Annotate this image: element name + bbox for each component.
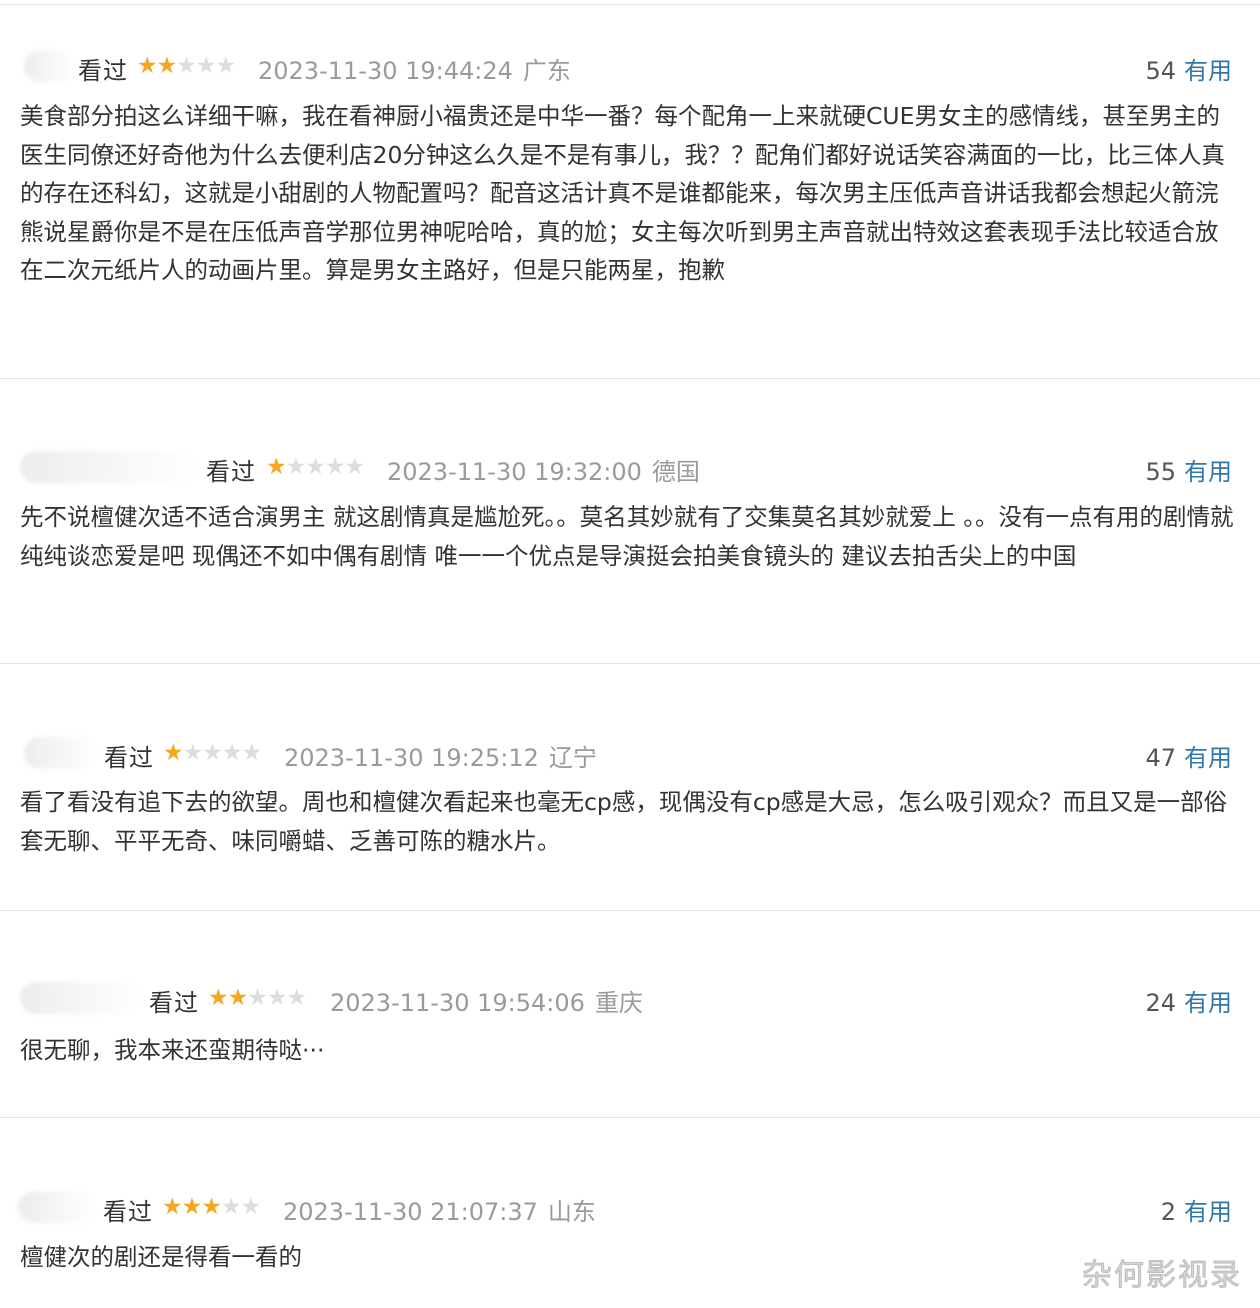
useful-button[interactable]: 有用 [1184,989,1232,1017]
review-datetime: 2023-11-30 19:44:24 [258,57,513,85]
star-rating: ★★★★★ [208,983,308,1013]
star-empty-icon: ★ [305,454,326,480]
useful-count: 47 [1145,744,1176,772]
useful-button[interactable]: 有用 [1184,1198,1232,1226]
review-text: 很无聊，我本来还蛮期待哒··· [20,1036,325,1064]
useful-votes[interactable]: 24 有用 [1145,983,1232,1018]
useful-votes[interactable]: 47 有用 [1145,738,1232,773]
review-divider [0,1117,1260,1118]
star-empty-icon: ★ [247,985,268,1011]
watched-status: 看过 [149,989,199,1017]
star-empty-icon: ★ [286,985,308,1011]
star-rating: ★★★★★ [137,51,237,81]
review-text: 先不说檀健次适不适合演男主 就这剧情真是尴尬死。。莫名其妙就有了交集莫名其妙就爱… [20,503,1234,570]
review-datetime: 2023-11-30 21:07:37 [283,1198,538,1226]
useful-button[interactable]: 有用 [1184,458,1232,486]
useful-votes[interactable]: 55 有用 [1145,452,1232,487]
review-divider [0,378,1260,379]
useful-count: 54 [1145,57,1176,85]
avatar[interactable] [18,1191,98,1223]
top-divider [0,4,1260,5]
review-meta: 2023-11-30 19:32:00 德国 [387,452,700,487]
star-empty-icon: ★ [221,740,243,766]
review-location: 辽宁 [548,744,597,772]
review-header: 看过 ★★★★★ 2023-11-30 19:54:06 重庆 24 有用 [0,976,1260,1020]
review-meta: 2023-11-30 21:07:37 山东 [283,1192,596,1227]
star-empty-icon: ★ [324,454,346,480]
avatar[interactable] [24,737,100,769]
review-text: 美食部分拍这么详细干嘛，我在看神厨小福贵还是中华一番？每个配角一上来就硬CUE男… [20,102,1225,285]
review-meta: 2023-11-30 19:54:06 重庆 [330,983,643,1018]
star-empty-icon: ★ [215,53,237,79]
review-divider [0,910,1260,911]
watched-status: 看过 [104,744,154,772]
useful-votes[interactable]: 54 有用 [1145,51,1232,86]
avatar[interactable] [24,50,76,82]
star-empty-icon: ★ [176,53,197,79]
star-empty-icon: ★ [240,1194,262,1220]
star-filled-icon: ★ [201,1194,222,1220]
avatar[interactable] [20,982,142,1014]
review-meta: 2023-11-30 19:44:24 广东 [258,51,571,86]
star-filled-icon: ★ [208,985,229,1011]
watermark: 杂何影视录 [1082,1258,1242,1294]
review-datetime: 2023-11-30 19:54:06 [330,989,585,1017]
watched-status: 看过 [206,458,256,486]
star-filled-icon: ★ [181,1194,203,1220]
review-location: 德国 [651,458,700,486]
star-empty-icon: ★ [195,53,217,79]
star-empty-icon: ★ [182,740,204,766]
star-empty-icon: ★ [220,1194,242,1220]
star-filled-icon: ★ [162,1194,183,1220]
star-filled-icon: ★ [137,53,158,79]
review-meta: 2023-11-30 19:25:12 辽宁 [284,738,597,773]
star-empty-icon: ★ [266,985,288,1011]
useful-count: 24 [1145,989,1176,1017]
watched-status: 看过 [103,1198,153,1226]
review-header: 看过 ★★★★★ 2023-11-30 19:32:00 德国 55 有用 [0,445,1260,489]
review-datetime: 2023-11-30 19:25:12 [284,744,539,772]
star-filled-icon: ★ [163,740,184,766]
star-rating: ★★★★★ [163,738,263,768]
star-empty-icon: ★ [202,740,223,766]
star-empty-icon: ★ [344,454,366,480]
avatar[interactable] [20,451,200,483]
review-header: 看过 ★★★★★ 2023-11-30 19:44:24 广东 54 有用 [0,44,1260,88]
star-rating: ★★★★★ [266,452,366,482]
review-location: 重庆 [594,989,643,1017]
review-location: 山东 [547,1198,596,1226]
star-empty-icon: ★ [241,740,263,766]
review-location: 广东 [522,57,571,85]
review-divider [0,663,1260,664]
review-text: 檀健次的剧还是得看一看的 [20,1243,302,1271]
star-filled-icon: ★ [266,454,287,480]
review-header: 看过 ★★★★★ 2023-11-30 21:07:37 山东 2 有用 [0,1185,1260,1229]
star-filled-icon: ★ [227,985,249,1011]
star-filled-icon: ★ [156,53,178,79]
star-rating: ★★★★★ [162,1192,262,1222]
useful-count: 55 [1145,458,1176,486]
watched-status: 看过 [78,57,128,85]
useful-button[interactable]: 有用 [1184,744,1232,772]
review-datetime: 2023-11-30 19:32:00 [387,458,642,486]
review-header: 看过 ★★★★★ 2023-11-30 19:25:12 辽宁 47 有用 [0,731,1260,775]
useful-votes[interactable]: 2 有用 [1161,1192,1232,1227]
useful-count: 2 [1160,1198,1176,1226]
review-text: 看了看没有追下去的欲望。周也和檀健次看起来也毫无cp感，现偶没有cp感是大忌，怎… [20,788,1228,855]
star-empty-icon: ★ [285,454,307,480]
useful-button[interactable]: 有用 [1184,57,1232,85]
